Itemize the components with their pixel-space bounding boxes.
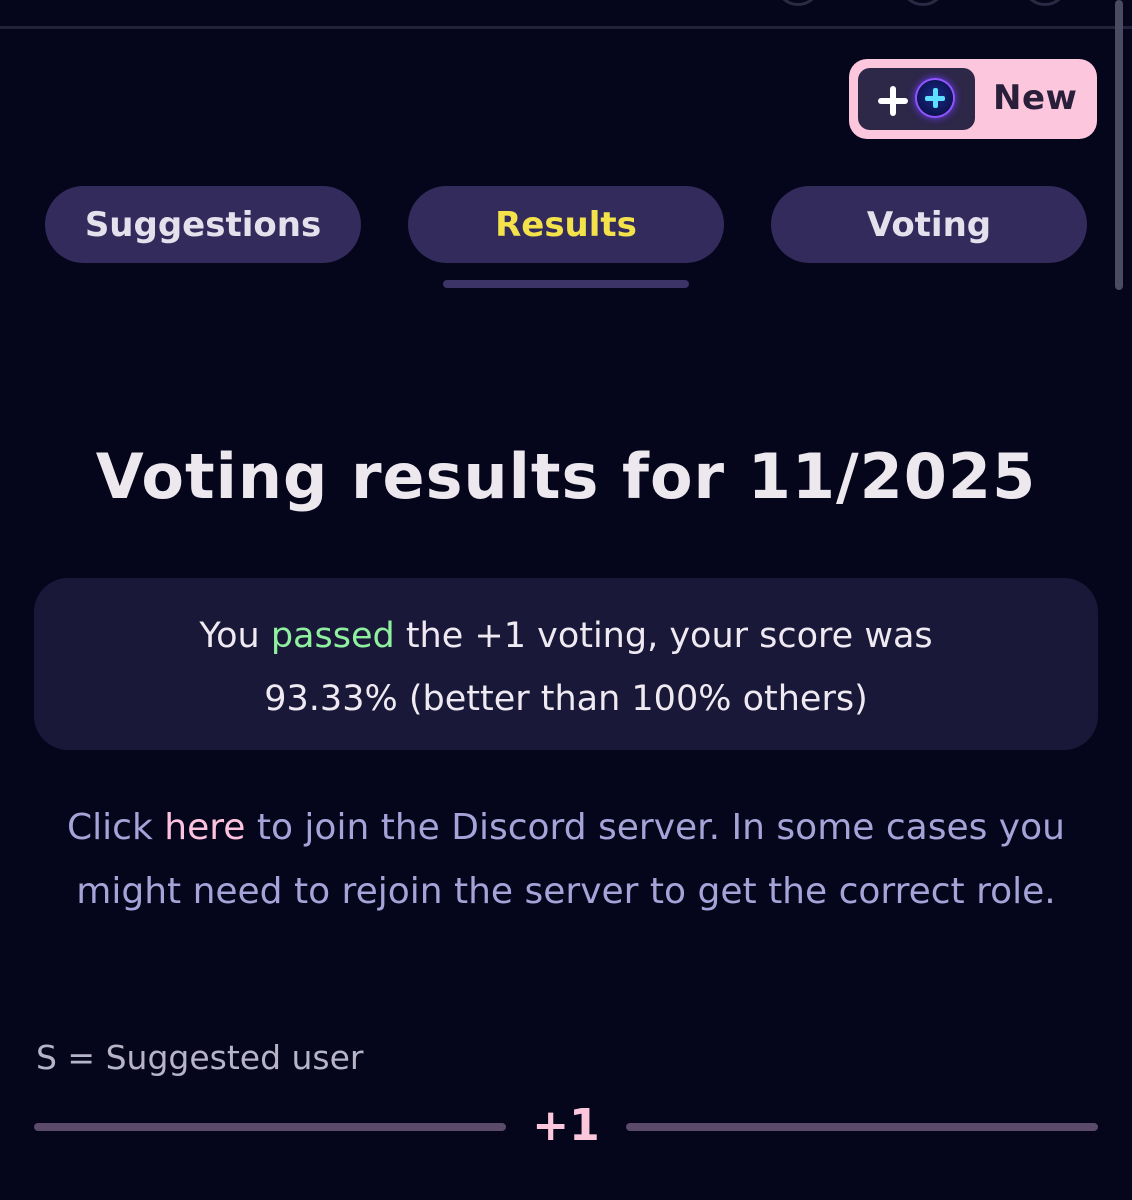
tab-results[interactable]: Results [408,186,724,263]
header-divider [0,26,1132,29]
result-summary-box: You passed the +1 voting, your score was… [34,578,1098,750]
header-icon-partial[interactable] [1022,0,1068,6]
discord-join-link[interactable]: here [164,807,245,848]
plus-icon [878,86,908,116]
result-summary-line-1: You passed the +1 voting, your score was [34,605,1098,668]
new-button-label: New [993,78,1078,118]
header-icon-partial[interactable] [900,0,946,6]
new-button-icon-box [858,68,975,130]
section-divider-right [626,1123,1098,1131]
plus-circle-icon [917,80,953,116]
discord-note: Click here to join the Discord server. I… [30,796,1102,924]
scrollbar[interactable] [1115,0,1123,290]
result-summary-line-2: 93.33% (better than 100% others) [264,679,868,719]
legend-note: S = Suggested user [36,1038,364,1077]
active-tab-indicator [443,280,689,288]
header-icon-partial[interactable] [775,0,821,6]
tab-voting[interactable]: Voting [771,186,1087,263]
result-summary-middle: the +1 voting, your score was [394,616,933,656]
page-title: Voting results for 11/2025 [95,440,1037,513]
section-label: +1 [532,1100,600,1151]
tab-suggestions[interactable]: Suggestions [45,186,361,263]
status-passed: passed [270,616,395,656]
result-summary-prefix: You [199,616,271,656]
discord-note-prefix: Click [67,807,165,848]
new-button[interactable]: New [849,59,1097,139]
section-divider-left [34,1123,506,1131]
